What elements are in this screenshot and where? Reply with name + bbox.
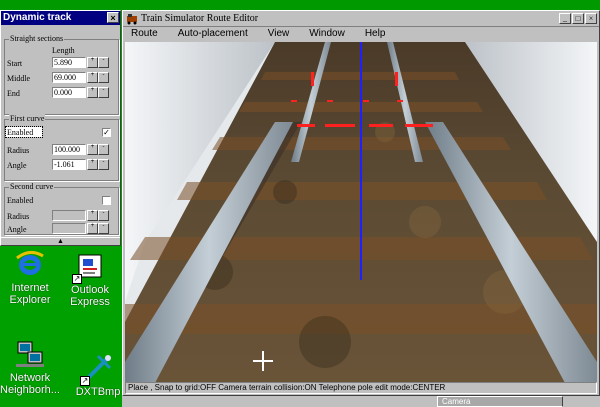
increment-button[interactable]: + <box>87 210 98 221</box>
track-scene <box>125 42 597 383</box>
dxtbmp-icon: ↗ <box>80 352 114 386</box>
menu-route[interactable]: Route <box>131 27 158 41</box>
increment-button[interactable]: + <box>87 72 98 83</box>
route-editor-titlebar[interactable]: Train Simulator Route Editor _ □ × <box>123 11 599 27</box>
first-curve-angle-input[interactable]: -1.061 <box>52 159 86 170</box>
second-curve-angle-stepper[interactable]: + - <box>87 223 109 234</box>
middle-length-input[interactable]: 69.000 <box>52 72 86 83</box>
dxtbmp-label: DXTBmp <box>75 386 121 398</box>
collapse-arrow-icon[interactable]: ▲ <box>1 237 120 245</box>
close-icon[interactable]: × <box>107 12 119 23</box>
desktop-icon-network-neighborhood[interactable]: Network Neighborh... <box>0 338 60 396</box>
first-curve-radius-label: Radius <box>7 146 30 155</box>
increment-button[interactable]: + <box>87 144 98 155</box>
status-bar: Place , Snap to grid:OFF Camera terrain … <box>125 382 597 394</box>
internet-explorer-label: Internet Explorer <box>9 282 51 306</box>
straight-sections-group: Straight sections Length Start 5.890 + - … <box>4 34 119 115</box>
desktop-icon-internet-explorer[interactable]: Internet Explorer <box>0 248 60 306</box>
menu-auto-placement[interactable]: Auto-placement <box>178 27 248 41</box>
window-controls: _ □ × <box>559 13 597 24</box>
length-column-header: Length <box>52 46 75 55</box>
increment-button[interactable]: + <box>87 87 98 98</box>
increment-button[interactable]: + <box>87 223 98 234</box>
first-curve-radius-input[interactable]: 100.000 <box>52 144 86 155</box>
internet-explorer-icon <box>14 248 46 280</box>
straight-sections-title: Straight sections <box>9 34 65 43</box>
menu-window[interactable]: Window <box>309 27 345 41</box>
increment-button[interactable]: + <box>87 57 98 68</box>
decrement-button[interactable]: - <box>98 57 109 68</box>
outlook-express-label: Outlook Express <box>70 284 110 308</box>
route-editor-window: Train Simulator Route Editor _ □ × Route… <box>122 10 600 396</box>
menu-view[interactable]: View <box>268 27 290 41</box>
second-curve-title: Second curve <box>9 182 55 191</box>
shortcut-arrow-icon: ↗ <box>72 274 82 284</box>
end-length-input[interactable]: 0.000 <box>52 87 86 98</box>
first-curve-angle-stepper[interactable]: + - <box>87 159 109 170</box>
route-editor-title: Train Simulator Route Editor <box>141 13 259 24</box>
decrement-button[interactable]: - <box>98 72 109 83</box>
dynamic-track-window: Dynamic track × Straight sections Length… <box>0 10 121 246</box>
decrement-button[interactable]: - <box>98 144 109 155</box>
menu-bar: Route Auto-placement View Window Help <box>123 27 599 41</box>
second-curve-angle-input[interactable] <box>52 223 86 234</box>
end-length-stepper[interactable]: + - <box>87 87 109 98</box>
menu-help[interactable]: Help <box>365 27 386 41</box>
end-label: End <box>7 89 20 98</box>
desktop-icon-outlook-express[interactable]: ↗ Outlook Express <box>60 250 120 308</box>
dynamic-track-title: Dynamic track <box>3 12 72 23</box>
increment-button[interactable]: + <box>87 159 98 170</box>
first-curve-enabled-checkbox[interactable]: ✓ <box>102 128 111 137</box>
first-curve-group: First curve Enabled ✓ Radius 100.000 + - … <box>4 114 119 181</box>
dynamic-track-titlebar[interactable]: Dynamic track × <box>1 11 120 25</box>
close-icon[interactable]: × <box>585 13 597 24</box>
camera-window-tab[interactable]: Camera <box>437 396 563 407</box>
minimize-icon[interactable]: _ <box>559 13 571 24</box>
second-curve-radius-input[interactable] <box>52 210 86 221</box>
first-curve-title: First curve <box>9 114 46 123</box>
train-app-icon <box>127 14 137 25</box>
second-curve-angle-label: Angle <box>7 225 27 234</box>
shortcut-arrow-icon: ↗ <box>80 376 90 386</box>
decrement-button[interactable]: - <box>98 210 109 221</box>
first-curve-radius-stepper[interactable]: + - <box>87 144 109 155</box>
desktop-icon-dxtbmp[interactable]: ↗ DXTBmp <box>68 352 128 398</box>
first-curve-enabled-label: Enabled <box>7 128 34 137</box>
second-curve-radius-stepper[interactable]: + - <box>87 210 109 221</box>
first-curve-angle-label: Angle <box>7 161 27 170</box>
decrement-button[interactable]: - <box>98 159 109 170</box>
start-length-input[interactable]: 5.890 <box>52 57 86 68</box>
network-neighborhood-label: Network Neighborh... <box>0 372 60 396</box>
start-length-stepper[interactable]: + - <box>87 57 109 68</box>
decrement-button[interactable]: - <box>98 87 109 98</box>
network-neighborhood-icon <box>14 338 46 370</box>
decrement-button[interactable]: - <box>98 223 109 234</box>
middle-label: Middle <box>7 74 31 83</box>
second-curve-enabled-checkbox[interactable] <box>102 196 111 205</box>
outlook-express-icon: ↗ <box>72 250 106 284</box>
second-curve-group: Second curve Enabled Radius + - Angle + - <box>4 182 119 235</box>
maximize-icon[interactable]: □ <box>572 13 584 24</box>
second-curve-radius-label: Radius <box>7 212 30 221</box>
middle-length-stepper[interactable]: + - <box>87 72 109 83</box>
3d-viewport[interactable] <box>125 42 597 383</box>
start-label: Start <box>7 59 23 68</box>
second-curve-enabled-label: Enabled <box>7 196 34 205</box>
